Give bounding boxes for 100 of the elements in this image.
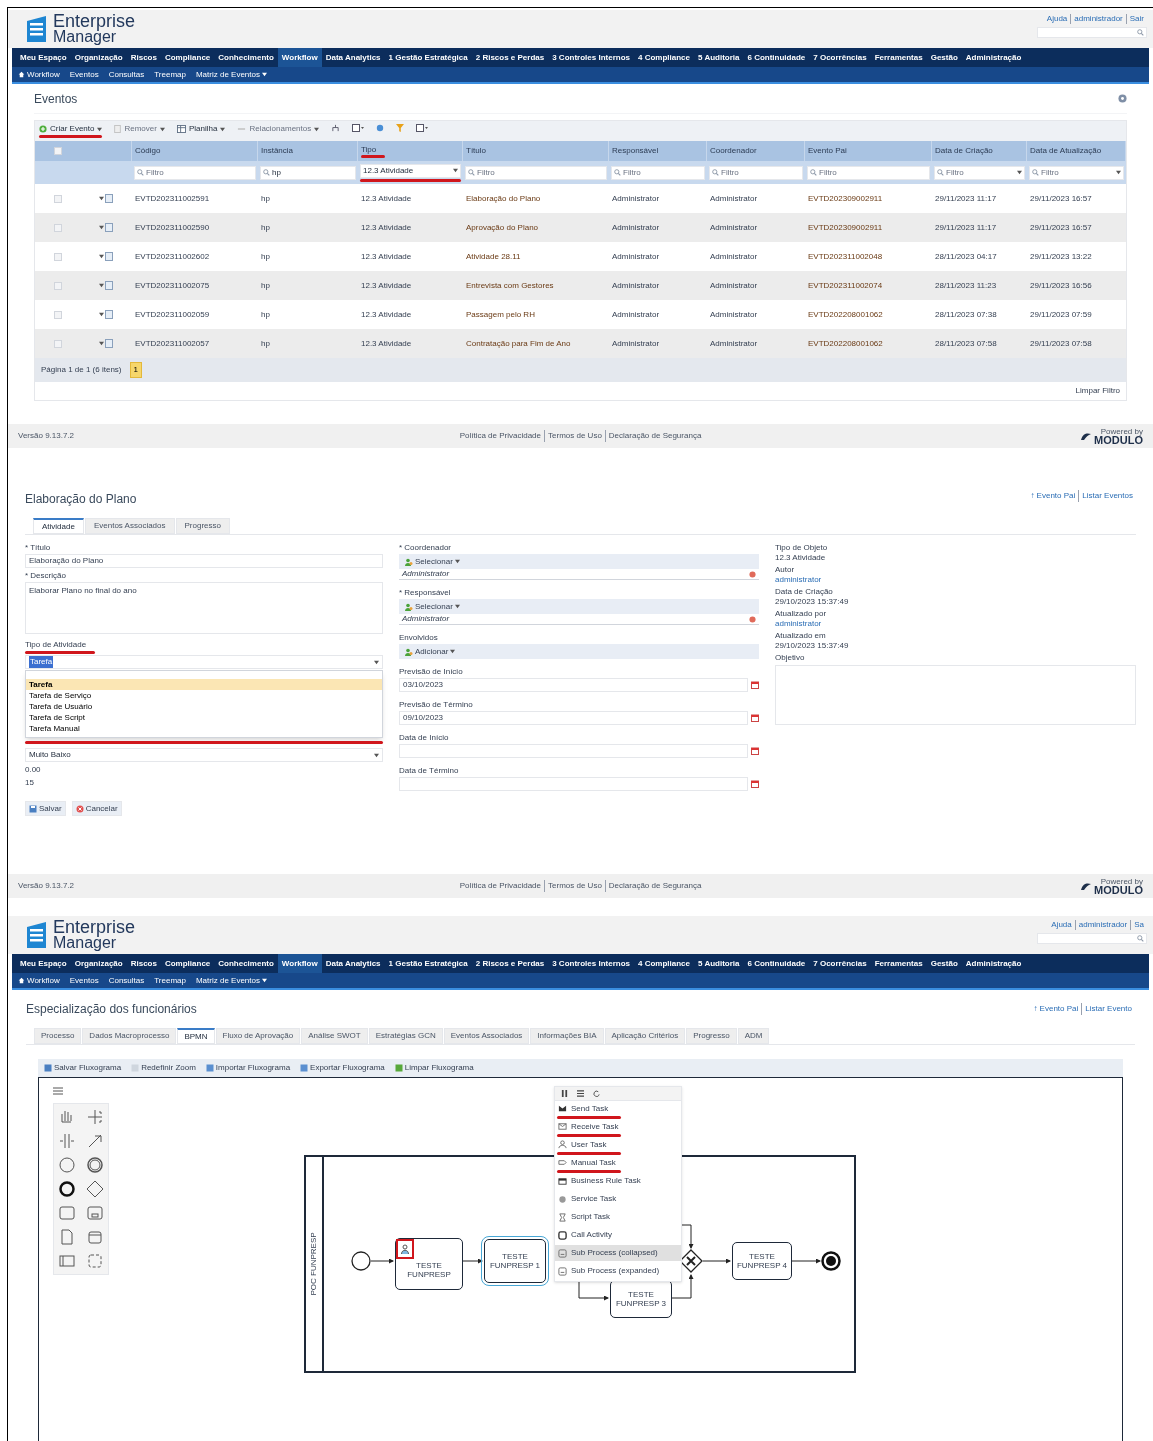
header-link[interactable]: administrador — [1070, 14, 1126, 24]
toolbar-button[interactable]: Exportar Fluxograma — [300, 1062, 385, 1074]
menu-tab[interactable]: 6 Continuidade — [743, 48, 810, 67]
task-node[interactable]: TESTE FUNPRESP — [395, 1238, 463, 1290]
page-icon[interactable] — [58, 1228, 76, 1246]
menu-tab[interactable]: Gestão — [926, 48, 962, 67]
tab[interactable]: Progresso — [686, 1028, 737, 1044]
menu-tab[interactable]: 5 Auditoria — [694, 48, 744, 67]
toolbar-button[interactable]: Criar Evento — [39, 124, 103, 134]
menu-tab[interactable]: 4 Compliance — [634, 954, 694, 973]
menu-item[interactable]: Sub Process (collapsed) — [555, 1245, 681, 1261]
document-icon[interactable] — [105, 310, 113, 319]
remove-icon[interactable] — [749, 570, 756, 578]
loop-icon[interactable] — [593, 1090, 600, 1097]
menu-tab[interactable]: 2 Riscos e Perdas — [471, 954, 549, 973]
menu-tab[interactable]: Gestão — [926, 954, 962, 973]
row-checkbox[interactable] — [53, 194, 62, 203]
page-button[interactable]: 1 — [129, 362, 142, 378]
menu-tab[interactable]: Riscos — [126, 48, 161, 67]
toolbar-button[interactable]: Salvar Fluxograma — [44, 1062, 122, 1074]
menu-tab[interactable]: 3 Controles Internos — [548, 48, 634, 67]
subprocess-icon[interactable] — [86, 1204, 104, 1222]
menu-tab[interactable]: 6 Continuidade — [743, 954, 810, 973]
search-field[interactable] — [1037, 933, 1147, 944]
menu-tab[interactable]: 3 Controles Internos — [548, 954, 634, 973]
menu-tab[interactable]: Meu Espaço — [16, 954, 71, 973]
tab[interactable]: ADM — [737, 1028, 770, 1044]
save-button[interactable]: Salvar — [25, 801, 66, 816]
thick-circle-icon[interactable] — [58, 1180, 76, 1198]
picker-button[interactable]: Adicionar — [405, 645, 456, 658]
search-field[interactable] — [1037, 27, 1147, 38]
dropdown-option[interactable]: Tarefa — [26, 679, 382, 690]
picker-button[interactable]: Selecionar — [405, 555, 460, 568]
menu-tab[interactable]: 1 Gestão Estratégica — [384, 48, 472, 67]
column-header[interactable]: Coordenador — [710, 146, 801, 156]
calendar-icon[interactable] — [751, 714, 759, 722]
filter-field[interactable]: Filtro — [611, 165, 705, 180]
calendar-icon[interactable] — [751, 747, 759, 755]
tab[interactable]: Eventos Associados — [443, 1028, 530, 1044]
menu-item[interactable]: User Task — [555, 1137, 681, 1153]
filter-field[interactable]: Filtro — [1029, 165, 1124, 180]
user-link[interactable]: administrator — [775, 619, 1136, 629]
header-link[interactable]: Ajuda — [1048, 920, 1075, 930]
footer-link[interactable]: Termos de Uso — [544, 430, 605, 442]
tab[interactable]: Atividade — [33, 518, 84, 534]
column-header[interactable]: Data de Criação — [935, 146, 1023, 156]
footer-link[interactable]: Declaração de Segurança — [604, 880, 705, 892]
dropdown-option[interactable]: Tarefa de Usuário — [26, 701, 382, 712]
header-link[interactable]: administrador — [1074, 920, 1131, 930]
menu-tab[interactable]: Organização — [70, 48, 127, 67]
filter-field[interactable]: Filtro — [934, 165, 1025, 180]
submenu-item[interactable]: Treemap — [154, 68, 186, 81]
column-header[interactable]: Título — [466, 146, 605, 156]
tab[interactable]: Estratégias GCN — [368, 1028, 443, 1044]
column-header[interactable]: Código — [135, 146, 254, 156]
filter-field[interactable]: 12.3 Atividade — [360, 163, 461, 178]
menu-tab[interactable]: 5 Auditoria — [694, 954, 744, 973]
filter-icon[interactable] — [396, 124, 405, 132]
cancel-button[interactable]: Cancelar — [71, 801, 122, 816]
breadcrumb-link[interactable]: ↑ Evento Pai — [1030, 1003, 1082, 1015]
menu-tab[interactable]: Compliance — [160, 48, 215, 67]
submenu-item[interactable]: Eventos — [69, 68, 99, 81]
row-checkbox[interactable] — [53, 252, 62, 261]
menu-tab[interactable]: Meu Espaço — [16, 48, 71, 67]
filter-field[interactable]: Filtro — [465, 165, 607, 180]
document-icon[interactable] — [105, 194, 113, 203]
dropdown-option[interactable]: Tarefa de Serviço — [26, 690, 382, 701]
menu-item[interactable]: Send Task — [555, 1101, 681, 1117]
select-field[interactable]: Tarefa — [25, 655, 383, 669]
list-icon[interactable] — [577, 1090, 584, 1097]
submenu-item[interactable]: Matriz de Eventos — [195, 974, 267, 987]
task-node[interactable]: TESTE FUNPRESP 4 — [732, 1242, 792, 1280]
breadcrumb-link[interactable]: Listar Evento — [1081, 1003, 1135, 1015]
text-field[interactable]: Elaboração do Plano — [25, 554, 383, 568]
menu-tab[interactable]: 7 Ocorrências — [809, 954, 871, 973]
column-header[interactable]: Data de Atualização — [1030, 146, 1122, 156]
menu-tab[interactable]: 7 Ocorrências — [809, 48, 871, 67]
menu-tab[interactable]: Workflow — [277, 48, 322, 67]
user-link[interactable]: administrator — [775, 575, 1136, 585]
menu-item[interactable]: Script Task — [555, 1209, 681, 1225]
menu-item[interactable]: Business Rule Task — [555, 1173, 681, 1189]
pause-icon[interactable] — [561, 1090, 568, 1097]
menu-item[interactable]: Manual Task — [555, 1155, 681, 1171]
menu-tab[interactable]: Administração — [961, 954, 1026, 973]
calendar-icon[interactable] — [751, 681, 759, 689]
text-area[interactable] — [775, 665, 1136, 725]
picker-button[interactable]: Selecionar — [405, 600, 460, 613]
filter-field[interactable]: hp — [260, 165, 356, 180]
footer-link[interactable]: Termos de Uso — [544, 880, 605, 892]
filter-field[interactable]: Filtro — [709, 165, 803, 180]
submenu-item[interactable]: Consultas — [108, 68, 145, 81]
menu-tab[interactable]: Ferramentas — [870, 954, 927, 973]
menu-tab[interactable]: Compliance — [160, 954, 215, 973]
footer-link[interactable]: Declaração de Segurança — [604, 430, 705, 442]
calendar-icon[interactable] — [751, 780, 759, 788]
dropdown-option[interactable]: Tarefa Manual — [26, 723, 382, 734]
column-header[interactable]: Tipo — [361, 144, 459, 155]
menu-tab[interactable]: Organização — [70, 954, 127, 973]
menu-icon[interactable] — [53, 1087, 63, 1095]
select-field[interactable]: Muito Baixo — [25, 748, 383, 762]
